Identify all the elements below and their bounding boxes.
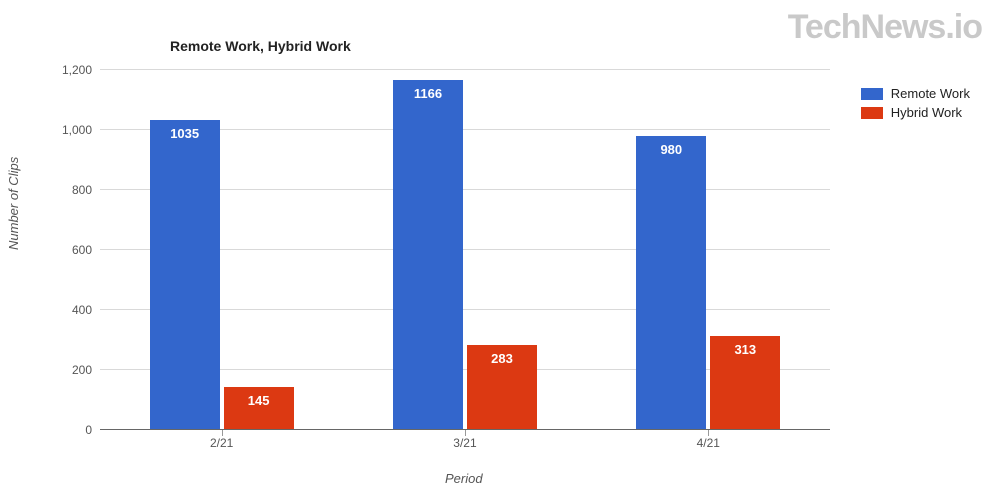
bars-layer: 1035 145 2/21 1166 283 3/21 980 313 — [100, 70, 830, 430]
y-axis-label: Number of Clips — [6, 157, 21, 250]
y-tick: 200 — [42, 363, 100, 377]
bar-remote-0: 1035 — [150, 120, 220, 431]
legend: Remote Work Hybrid Work — [861, 86, 970, 124]
y-tick: 800 — [42, 183, 100, 197]
y-tick: 400 — [42, 303, 100, 317]
legend-label-hybrid: Hybrid Work — [891, 105, 962, 120]
plot-area: 0 200 400 600 800 1,000 1,200 1035 145 2… — [100, 70, 830, 430]
chart-title: Remote Work, Hybrid Work — [170, 38, 351, 54]
bar-hybrid-2: 313 — [710, 336, 780, 430]
legend-item-hybrid: Hybrid Work — [861, 105, 970, 120]
bar-label: 145 — [224, 393, 294, 408]
legend-item-remote: Remote Work — [861, 86, 970, 101]
x-tick: 4/21 — [648, 430, 768, 450]
y-tick: 1,200 — [42, 63, 100, 77]
x-axis-line — [100, 429, 830, 430]
bar-label: 1035 — [150, 126, 220, 141]
bar-remote-2: 980 — [636, 136, 706, 430]
x-tick: 3/21 — [405, 430, 525, 450]
y-tick: 1,000 — [42, 123, 100, 137]
bar-group-1: 1166 283 3/21 — [343, 70, 586, 430]
legend-swatch-hybrid — [861, 107, 883, 119]
bar-label: 283 — [467, 351, 537, 366]
bar-label: 980 — [636, 142, 706, 157]
bar-hybrid-0: 145 — [224, 387, 294, 431]
bar-remote-1: 1166 — [393, 80, 463, 430]
bar-label: 313 — [710, 342, 780, 357]
x-axis-label: Period — [445, 471, 483, 486]
x-tick: 2/21 — [162, 430, 282, 450]
y-tick: 600 — [42, 243, 100, 257]
watermark-logo: TechNews.io — [788, 8, 982, 47]
bar-group-2: 980 313 4/21 — [587, 70, 830, 430]
y-tick: 0 — [42, 423, 100, 437]
legend-swatch-remote — [861, 88, 883, 100]
bar-label: 1166 — [393, 86, 463, 101]
bar-hybrid-1: 283 — [467, 345, 537, 430]
bar-group-0: 1035 145 2/21 — [100, 70, 343, 430]
legend-label-remote: Remote Work — [891, 86, 970, 101]
